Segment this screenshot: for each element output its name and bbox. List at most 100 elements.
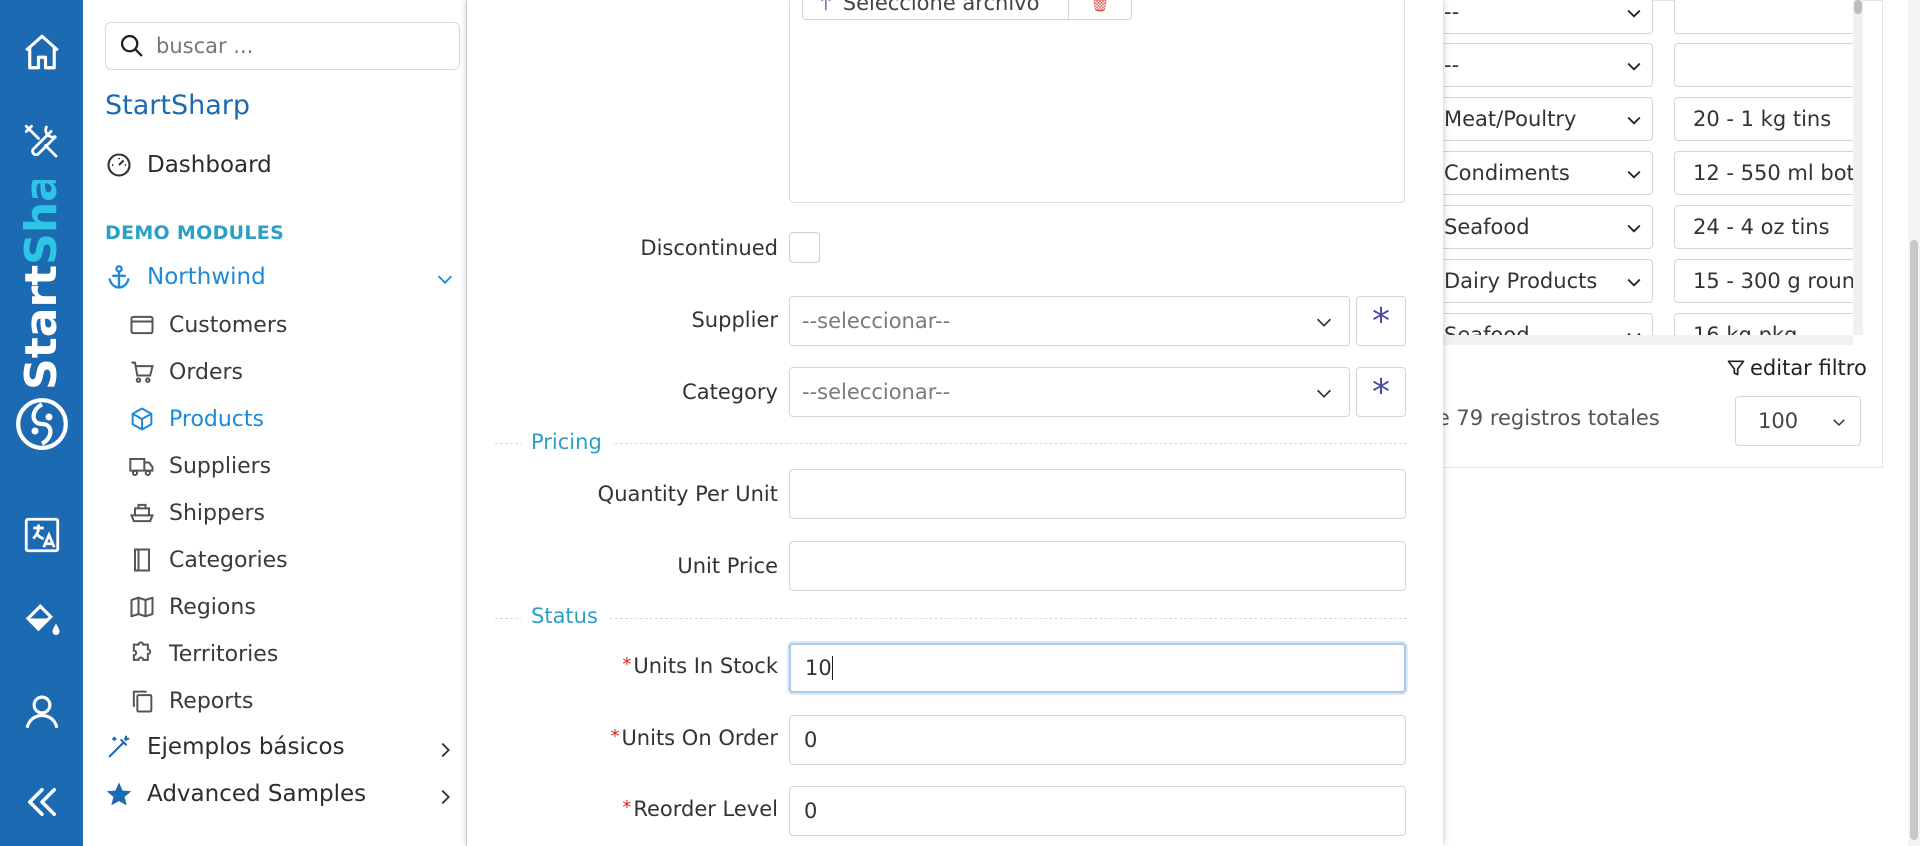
nav-dashboard[interactable]: Dashboard	[105, 151, 272, 179]
translate-button[interactable]	[0, 505, 83, 565]
scrollbar-thumb[interactable]	[1854, 0, 1862, 14]
grid-category-select[interactable]: Dairy Products	[1443, 259, 1653, 303]
upload-dropzone[interactable]	[789, 0, 1405, 203]
clear-file-button[interactable]: 🗑	[1069, 0, 1131, 19]
reorder-level-input[interactable]: 0	[789, 786, 1406, 836]
page-scrollbar[interactable]	[1908, 0, 1920, 846]
grid-quantity-input[interactable]: 24 - 4 oz tins	[1674, 205, 1853, 249]
sidebar-item-label: Orders	[169, 359, 243, 385]
star-icon	[105, 780, 133, 808]
grid-category-select[interactable]: Condiments	[1443, 151, 1653, 195]
sidebar-item-categories[interactable]: Categories	[127, 545, 288, 575]
theme-button[interactable]	[0, 592, 83, 652]
select-file-label: Seleccione archivo	[842, 0, 1040, 15]
units-on-order-label-text: Units On Order	[621, 726, 778, 750]
grid-category-select[interactable]: Seafood	[1443, 205, 1653, 249]
copy-icon	[127, 686, 157, 716]
chevron-down-icon	[1316, 318, 1332, 327]
units-on-order-input[interactable]: 0	[789, 715, 1406, 765]
filter-icon	[1727, 360, 1745, 376]
nav-northwind[interactable]: Northwind	[105, 263, 266, 291]
supplier-select[interactable]: --seleccionar--	[789, 296, 1350, 346]
grid-quantity-value: 24 - 4 oz tins	[1693, 215, 1830, 239]
unit-price-label: Unit Price	[677, 554, 778, 578]
sidebar-item-regions[interactable]: Regions	[127, 592, 256, 622]
units-in-stock-input[interactable]: 10	[789, 643, 1406, 693]
grid-quantity-input[interactable]: 15 - 300 g rounds	[1674, 259, 1853, 303]
chevron-down-icon	[1627, 332, 1641, 335]
select-file-button[interactable]: ⤒ Seleccione archivo	[803, 0, 1069, 19]
category-label: Category	[682, 380, 778, 404]
grid-category-value: Seafood	[1444, 323, 1530, 335]
edit-filter-link[interactable]: editar filtro	[1726, 356, 1867, 380]
discontinued-label: Discontinued	[640, 236, 778, 260]
user-button[interactable]	[0, 682, 83, 742]
grid-quantity-input[interactable]: 12 - 550 ml bottles	[1674, 151, 1853, 195]
units-in-stock-value: 10	[805, 656, 832, 680]
sidebar-item-label: Regions	[169, 594, 256, 620]
grid-horizontal-scrollbar[interactable]	[1443, 335, 1853, 345]
upload-toolbar: ⤒ Seleccione archivo 🗑	[802, 0, 1132, 20]
sidebar-item-products[interactable]: Products	[127, 404, 264, 434]
nav-advanced-samples[interactable]: Advanced Samples	[105, 780, 366, 808]
page-size-select[interactable]: 100	[1735, 396, 1861, 446]
category-select[interactable]: --seleccionar--	[789, 367, 1350, 417]
grid-quantity-input[interactable]	[1674, 0, 1853, 34]
sidebar-item-orders[interactable]: Orders	[127, 357, 243, 387]
trash-icon: 🗑	[1089, 0, 1111, 13]
translate-icon	[24, 517, 59, 553]
quantity-per-unit-label: Quantity Per Unit	[597, 482, 778, 506]
grid-category-value: Condiments	[1444, 161, 1570, 185]
sidebar-item-suppliers[interactable]: Suppliers	[127, 451, 271, 481]
chevron-down-icon	[1627, 278, 1641, 287]
home-button[interactable]	[0, 22, 83, 82]
unit-price-input[interactable]	[789, 541, 1406, 591]
grid-quantity-input[interactable]: 20 - 1 kg tins	[1674, 97, 1853, 141]
collapse-sidebar-button[interactable]	[0, 772, 83, 832]
chevron-down-icon	[1833, 419, 1845, 427]
category-add-button[interactable]: *	[1356, 367, 1406, 417]
chevron-right-icon[interactable]	[434, 786, 456, 808]
grid-category-select[interactable]: --	[1443, 43, 1653, 87]
section-title: DEMO MODULES	[105, 222, 285, 244]
search-box[interactable]	[105, 22, 460, 70]
required-mark: *	[622, 654, 632, 675]
nav-basic-samples[interactable]: Ejemplos básicos	[105, 733, 345, 761]
chevron-down-icon	[1627, 224, 1641, 233]
grid-category-select[interactable]: Seafood	[1443, 313, 1653, 335]
sidebar: StartSharp Dashboard DEMO MODULES Northw…	[83, 0, 467, 846]
required-mark: *	[610, 726, 620, 747]
search-input[interactable]	[156, 34, 446, 58]
grid-quantity-value: 15 - 300 g rounds	[1693, 269, 1853, 293]
grid-quantity-input[interactable]: 16 kg pkg.	[1674, 313, 1853, 335]
brand-title[interactable]: StartSharp	[105, 90, 250, 121]
sidebar-item-reports[interactable]: Reports	[127, 686, 253, 716]
home-icon	[24, 34, 59, 70]
grid-category-value: Dairy Products	[1444, 269, 1598, 293]
startsharp-logo-icon	[15, 398, 68, 450]
sidebar-item-territories[interactable]: Territories	[127, 639, 278, 669]
page-scrollbar-thumb[interactable]	[1910, 240, 1918, 840]
grid-vertical-scrollbar[interactable]	[1853, 0, 1863, 335]
brand-vertical: StartShar	[0, 180, 83, 460]
grid-category-select[interactable]: Meat/Poultry	[1443, 97, 1653, 141]
quantity-per-unit-input[interactable]	[789, 469, 1406, 519]
dashboard-icon	[105, 151, 133, 179]
supplier-add-button[interactable]: *	[1356, 296, 1406, 346]
discontinued-checkbox[interactable]	[789, 232, 820, 263]
chevron-down-icon[interactable]	[434, 268, 456, 290]
paint-bucket-icon	[25, 604, 59, 636]
sidebar-item-shippers[interactable]: Shippers	[127, 498, 265, 528]
required-mark: *	[622, 797, 632, 818]
reorder-level-label: *Reorder Level	[622, 797, 778, 821]
grid-quantity-input[interactable]	[1674, 43, 1853, 87]
sidebar-item-customers[interactable]: Customers	[127, 310, 287, 340]
products-grid: -- -- Meat/Poultry 20 - 1 kg tins Condim…	[1443, 0, 1853, 335]
brand-wordmark: StartShar	[16, 180, 67, 390]
grid-category-select[interactable]: --	[1443, 0, 1653, 34]
app-rail: StartShar	[0, 0, 83, 846]
tools-button[interactable]	[0, 112, 83, 172]
asterisk-icon: *	[1372, 371, 1390, 413]
nav-northwind-label: Northwind	[147, 264, 266, 290]
chevron-right-icon[interactable]	[434, 739, 456, 761]
